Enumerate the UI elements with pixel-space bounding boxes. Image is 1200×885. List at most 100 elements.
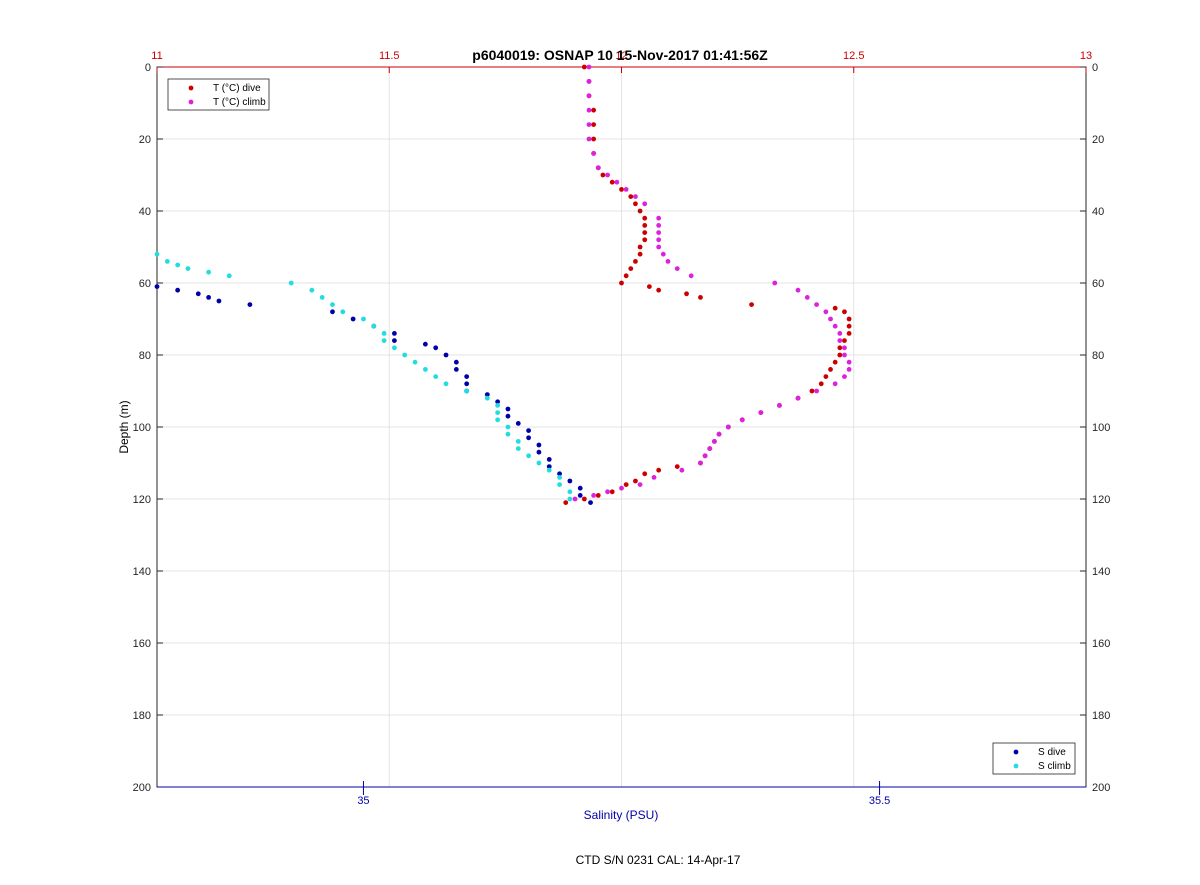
point-s-climb-3 [185,266,191,271]
point-t-c-dive-15 [642,223,648,228]
point-s-climb-26 [505,424,511,430]
point-t-c-climb-21 [688,273,694,279]
legend-label-t-climb: T (°C) climb [213,97,266,108]
y-tick-label-right: 100 [1092,422,1110,434]
point-t-c-dive-55 [633,478,638,484]
point-t-c-climb-17 [656,244,662,250]
point-t-c-climb-32 [842,352,847,358]
point-t-c-dive-30 [842,309,847,315]
point-s-dive-26 [536,442,542,448]
point-s-dive-0 [154,284,160,289]
point-t-c-dive-17 [642,237,648,243]
point-s-climb-9 [330,302,335,307]
point-t-c-dive-12 [633,201,638,207]
point-t-c-dive-58 [595,493,601,498]
point-s-climb-12 [371,323,377,329]
point-s-climb-17 [412,359,418,365]
point-s-climb-22 [484,395,490,401]
legend-label-s-dive: S dive [1038,747,1066,758]
point-t-c-climb-10 [623,187,629,192]
legend-marker-s-climb [1013,763,1019,769]
point-s-dive-31 [567,478,573,484]
point-t-c-climb-24 [804,295,810,300]
y-tick-label-right: 120 [1092,494,1110,506]
point-t-c-climb-51 [619,485,624,491]
point-s-dive-9 [392,331,397,336]
point-t-c-dive-13 [637,208,643,214]
point-s-dive-5 [247,302,253,307]
point-t-c-climb-29 [837,331,843,336]
point-s-climb-0 [154,251,160,257]
calibration-footer: CTD S/N 0231 CAL: 14-Apr-17 [576,853,741,867]
point-s-dive-23 [515,421,521,426]
point-s-climb-24 [495,410,501,415]
point-t-c-climb-28 [832,323,838,329]
point-t-c-climb-43 [716,431,722,437]
point-t-c-dive-5 [591,136,597,142]
point-t-c-dive-59 [581,496,587,502]
point-s-climb-10 [340,309,346,315]
point-t-c-climb-44 [712,439,717,444]
y-tick-label-right: 80 [1092,350,1104,362]
point-t-c-climb-27 [828,316,833,322]
point-s-dive-14 [453,359,459,365]
point-t-c-climb-53 [591,493,597,498]
point-t-c-climb-50 [637,482,643,487]
point-t-c-climb-12 [642,201,648,207]
point-t-c-climb-26 [823,309,829,315]
chart-title: p6040019: OSNAP 10 15-Nov-2017 01:41:56Z [472,47,768,63]
point-s-dive-21 [505,406,511,412]
point-t-c-dive-32 [846,323,852,329]
point-t-c-dive-21 [628,266,634,271]
point-t-c-climb-40 [758,410,764,415]
point-t-c-climb-31 [842,345,847,351]
y-tick-label-right: 140 [1092,566,1110,578]
point-s-dive-10 [392,338,397,343]
point-t-c-dive-20 [633,259,638,264]
point-s-dive-33 [577,493,583,498]
point-t-c-dive-35 [837,345,843,351]
point-t-c-climb-48 [679,467,685,473]
legend-marker-t-dive [188,85,194,91]
point-s-dive-7 [350,316,356,322]
point-t-c-dive-28 [749,302,754,307]
point-t-c-dive-10 [619,187,624,192]
point-t-c-dive-54 [642,471,648,477]
y-tick-label-right: 60 [1092,278,1104,290]
point-s-dive-16 [464,374,470,379]
bottom-axis-tick-label: 35 [357,795,369,807]
point-t-c-climb-49 [651,475,657,480]
point-s-climb-14 [381,338,387,343]
point-t-c-dive-26 [684,291,689,297]
point-t-c-climb-38 [795,395,801,401]
point-s-climb-33 [557,475,562,480]
y-tick-label-left: 80 [139,350,151,362]
point-t-c-dive-40 [818,381,824,387]
point-s-climb-4 [206,269,212,275]
point-t-c-climb-33 [846,359,852,365]
point-t-c-climb-47 [698,460,703,466]
point-t-c-climb-11 [633,194,638,200]
chart: 0 0 20 20 40 40 60 60 80 80 100 100 120 120 140 140 160 1… [0,0,1200,885]
point-s-climb-31 [536,460,542,466]
point-s-dive-1 [175,287,181,293]
point-t-c-climb-6 [591,151,597,156]
point-t-c-climb-15 [656,230,662,236]
point-s-dive-6 [330,309,335,315]
point-s-climb-34 [557,482,562,487]
y-tick-label-left: 120 [133,494,151,506]
y-tick-label-right: 0 [1092,62,1098,74]
point-s-dive-24 [526,428,531,433]
point-t-c-climb-52 [605,489,610,495]
point-t-c-dive-36 [837,352,843,358]
point-t-c-climb-18 [660,251,666,257]
point-s-climb-32 [546,467,552,473]
point-t-c-dive-53 [656,467,662,473]
point-s-climb-25 [495,417,501,423]
point-s-climb-29 [515,446,521,451]
point-t-c-climb-13 [656,215,662,221]
point-t-c-dive-23 [619,280,624,286]
point-t-c-climb-30 [837,338,843,343]
point-t-c-dive-29 [832,305,838,311]
point-s-climb-1 [164,259,170,264]
